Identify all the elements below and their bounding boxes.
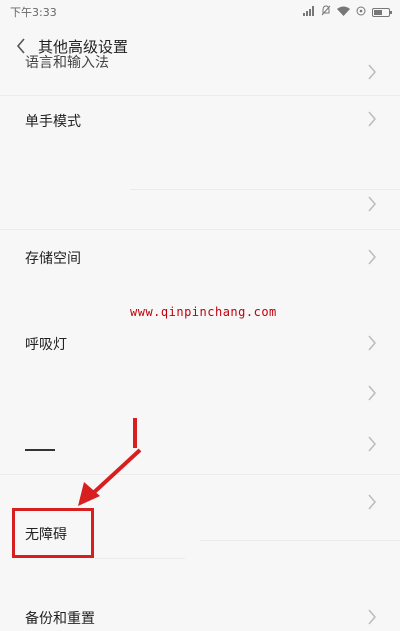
list-item-label: 备份和重置 (25, 611, 95, 627)
list-item-language-input[interactable]: 语言和输入法 (0, 55, 400, 92)
chevron-right-icon (368, 249, 376, 265)
chevron-right-icon (368, 335, 376, 351)
list-item-label: 呼吸灯 (25, 337, 67, 353)
divider (0, 474, 400, 475)
list-item-label: 语言和输入法 (25, 55, 109, 71)
annotation-arrow-icon (78, 418, 142, 506)
list-item-blank[interactable] (0, 190, 400, 230)
status-time: 下午3:33 (10, 6, 57, 19)
chevron-right-icon (368, 111, 376, 127)
highlight-box (12, 508, 94, 558)
chevron-right-icon (368, 196, 376, 212)
watermark: www.qinpinchang.com (130, 305, 277, 319)
chevron-right-icon (368, 64, 376, 80)
partial-label-fragment (25, 443, 55, 451)
list-item-label: 存储空间 (25, 251, 81, 267)
battery-icon (372, 7, 392, 17)
list-item-blank[interactable] (0, 430, 400, 460)
chevron-right-icon (368, 436, 376, 452)
signal-icon (303, 5, 315, 19)
chevron-right-icon (368, 385, 376, 401)
list-item-one-hand-mode[interactable]: 单手模式 (0, 96, 400, 142)
divider (95, 558, 185, 559)
alarm-icon (356, 6, 366, 19)
wifi-icon (337, 6, 350, 19)
mute-icon (321, 5, 331, 19)
status-bar: 下午3:33 (0, 0, 400, 24)
list-item-backup-reset[interactable]: 备份和重置 (0, 595, 400, 631)
divider (200, 540, 400, 541)
list-item-label: 单手模式 (25, 114, 81, 130)
chevron-right-icon (368, 494, 376, 510)
screen: 下午3:33 其他高级设置 语言和输入法 单手模式 存储空间 www.qinpi… (0, 0, 400, 631)
list-item-storage[interactable]: 存储空间 (0, 230, 400, 282)
chevron-right-icon (368, 609, 376, 625)
list-item-blank[interactable] (0, 380, 400, 410)
status-icons (303, 5, 392, 19)
list-item-breathing-light[interactable]: 呼吸灯 (0, 325, 400, 365)
